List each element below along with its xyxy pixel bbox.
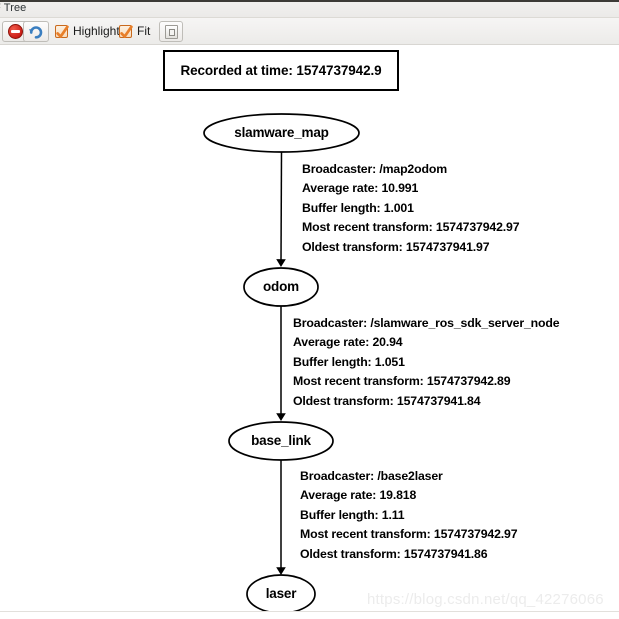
- snapshot-button[interactable]: [159, 21, 183, 42]
- edge-most-recent-transform: Most recent transform: 1574737942.97: [300, 527, 518, 542]
- node-label-odom: odom: [263, 279, 299, 294]
- edge-slamware-map-to-odom: [276, 151, 286, 267]
- edge-broadcaster: Broadcaster: /slamware_ros_sdk_server_no…: [293, 316, 560, 330]
- node-label-laser: laser: [265, 586, 297, 601]
- edge-buffer-length: Buffer length: 1.001: [302, 200, 414, 215]
- edge-info-map2odom: Broadcaster: /map2odom Average rate: 10.…: [302, 160, 520, 257]
- edge-buffer-length: Buffer length: 1.11: [300, 507, 405, 522]
- highlight-label: Highlight: [73, 24, 120, 38]
- edge-average-rate: Average rate: 20.94: [293, 335, 403, 350]
- refresh-icon: [28, 24, 44, 40]
- edge-broadcaster: Broadcaster: /map2odom: [302, 162, 447, 176]
- edge-buffer-length: Buffer length: 1.051: [293, 354, 405, 369]
- node-label-slamware-map: slamware_map: [234, 125, 329, 140]
- edge-broadcaster: Broadcaster: /base2laser: [300, 469, 443, 483]
- edge-info-slamware-ros-sdk-server-node: Broadcaster: /slamware_ros_sdk_server_no…: [293, 314, 560, 411]
- node-label-base-link: base_link: [251, 433, 311, 448]
- edge-oldest-transform: Oldest transform: 1574737941.86: [300, 546, 488, 561]
- stop-icon: [7, 24, 23, 39]
- titlebar-top-edge: [0, 0, 619, 2]
- window-title: F Tree: [0, 2, 27, 14]
- recorded-at-label: Recorded at time: 1574737942.9: [180, 63, 382, 78]
- refresh-button[interactable]: [23, 21, 49, 42]
- edge-average-rate: Average rate: 10.991: [302, 181, 419, 196]
- bottom-separator: [0, 611, 619, 612]
- watermark: https://blog.csdn.net/qq_42276066: [367, 591, 604, 608]
- checkbox-checked-icon[interactable]: [119, 24, 133, 38]
- toolbar: Highlight Fit: [0, 18, 619, 44]
- edge-oldest-transform: Oldest transform: 1574737941.84: [293, 393, 481, 408]
- edge-oldest-transform: Oldest transform: 1574737941.97: [302, 239, 490, 254]
- checkbox-checked-icon[interactable]: [55, 24, 69, 38]
- edge-average-rate: Average rate: 19.818: [300, 488, 417, 503]
- edge-most-recent-transform: Most recent transform: 1574737942.89: [293, 374, 511, 389]
- fit-label: Fit: [137, 24, 151, 38]
- edge-info-base2laser: Broadcaster: /base2laser Average rate: 1…: [300, 467, 518, 564]
- recorded-at-box: Recorded at time: 1574737942.9: [163, 50, 399, 91]
- highlight-checkbox-item[interactable]: Highlight: [55, 22, 120, 40]
- window-titlebar: F Tree: [0, 0, 619, 18]
- snapshot-icon: [164, 24, 178, 39]
- fit-checkbox-item[interactable]: Fit: [119, 22, 150, 40]
- edge-most-recent-transform: Most recent transform: 1574737942.97: [302, 220, 520, 235]
- tf-tree-canvas[interactable]: Recorded at time: 1574737942.9 slamware_…: [0, 48, 619, 611]
